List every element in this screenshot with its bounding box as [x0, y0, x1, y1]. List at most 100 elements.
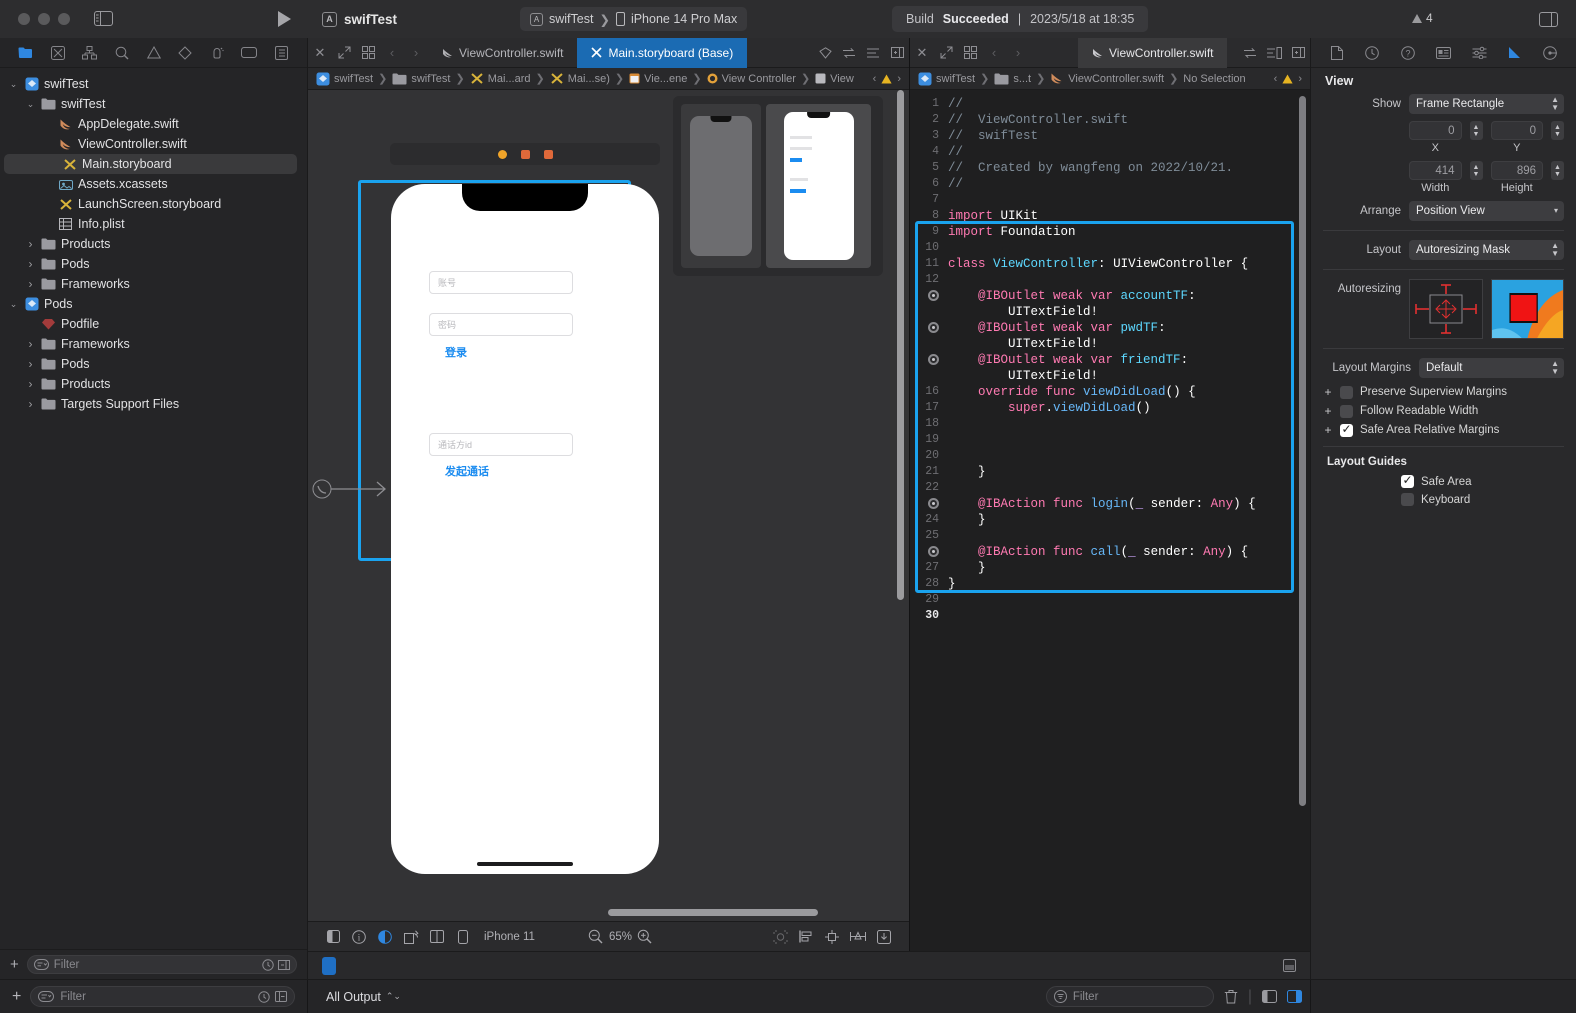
code-line[interactable]: 10 [910, 240, 1310, 256]
assistant-toggle-icon[interactable] [837, 46, 861, 59]
console-toggle-icon[interactable] [1283, 959, 1296, 972]
add-variation-button[interactable]: + [1323, 385, 1333, 399]
checkbox[interactable] [1401, 473, 1414, 488]
history-inspector-icon[interactable] [1355, 45, 1391, 60]
breakpoint-navigator-icon[interactable] [233, 41, 265, 65]
tree-item[interactable]: Main.storyboard [4, 154, 297, 174]
assistant-toggle-icon[interactable] [1238, 46, 1262, 59]
navigator-filter-input[interactable]: Filter [30, 986, 295, 1007]
ibaction-marker-icon[interactable] [928, 322, 939, 333]
code-line[interactable]: 18 [910, 416, 1310, 432]
embed-icon[interactable] [871, 929, 897, 944]
checkbox[interactable] [1340, 422, 1353, 437]
width-stepper[interactable]: ▲ ▼ [1469, 161, 1483, 180]
ibaction-marker-icon[interactable] [928, 546, 939, 557]
storyboard-canvas[interactable]: 账号 密码 登录 通话方id 发起通话 [308, 90, 909, 921]
add-constraints-icon[interactable] [819, 929, 845, 944]
breadcrumb-item[interactable]: View Controller [707, 73, 796, 85]
chevron-down-icon[interactable]: ⌄ [8, 79, 19, 90]
tree-item[interactable]: AppDelegate.swift [0, 114, 307, 134]
attributes-inspector-icon[interactable] [1461, 46, 1497, 59]
next-issue-button[interactable]: › [1298, 73, 1302, 85]
breadcrumb-item[interactable]: No Selection [1183, 73, 1245, 85]
checkbox-row[interactable]: + Preserve Superview Margins [1323, 385, 1564, 399]
breadcrumb-item[interactable]: swifTest [316, 72, 373, 86]
add-button[interactable]: + [12, 988, 21, 1006]
forward-button[interactable]: › [404, 45, 428, 60]
document-outline-icon[interactable] [320, 930, 346, 943]
breadcrumb-item[interactable]: swifTest [918, 72, 975, 86]
console-filter-input[interactable]: Filter [1045, 986, 1214, 1007]
canvas-horizontal-scrollbar[interactable] [608, 909, 818, 916]
checkbox-row[interactable]: Safe Area [1401, 473, 1564, 488]
code-content[interactable]: 1//2// ViewController.swift 3// swifTest 4… [910, 90, 1310, 951]
code-lines[interactable]: 1//2// ViewController.swift 3// swifTest 4… [910, 90, 1310, 624]
password-textfield[interactable]: 密码 [429, 313, 573, 336]
scene-dock-toolbar[interactable] [390, 143, 660, 165]
breadcrumb-item[interactable]: Mai...ard [470, 72, 530, 85]
project-tree[interactable]: ⌄ swifTest ⌄ swifTest AppDelegate.swift ViewC… [0, 68, 307, 949]
code-line[interactable]: @IBAction func call(_ sender: Any) { [910, 544, 1310, 560]
toggle-inspector-icon[interactable] [1539, 11, 1558, 27]
checkbox[interactable] [1340, 404, 1353, 418]
tree-item[interactable]: › Pods [0, 254, 307, 274]
code-line[interactable]: 2 // ViewController.swift [910, 112, 1310, 128]
library-icon[interactable] [813, 46, 837, 59]
add-file-button[interactable]: + [10, 956, 19, 973]
quick-help-icon[interactable]: ? [1390, 45, 1426, 60]
show-debug-area-icon[interactable] [1262, 990, 1277, 1003]
code-line[interactable]: @IBOutlet weak var accountTF: [910, 288, 1310, 304]
code-vertical-scrollbar[interactable] [1299, 96, 1306, 806]
code-line[interactable]: 7 [910, 192, 1310, 208]
code-line[interactable]: 12 [910, 272, 1310, 288]
hide-debug-area-icon[interactable] [1287, 990, 1302, 1003]
chevron-right-icon[interactable]: › [25, 397, 36, 411]
source-control-navigator-icon[interactable] [42, 41, 74, 65]
split-view-icon[interactable] [424, 930, 450, 943]
width-field[interactable]: 414 [1409, 161, 1462, 180]
arrange-popup[interactable]: Position View ▾ [1409, 201, 1564, 221]
report-navigator-icon[interactable] [265, 41, 297, 65]
tab-main-storyboard[interactable]: Main.storyboard (Base) [577, 37, 748, 68]
project-navigator-icon[interactable] [10, 41, 42, 65]
code-line[interactable]: @IBAction func login(_ sender: Any) { [910, 496, 1310, 512]
scheme-selector[interactable]: A swifTest ❯ iPhone 14 Pro Max [520, 7, 748, 31]
build-status-bar[interactable]: Build Succeeded | 2023/5/18 at 18:35 [892, 6, 1149, 32]
breadcrumb-item[interactable]: Vie...ene [629, 73, 687, 85]
breadcrumb-item[interactable]: s...t [994, 73, 1031, 85]
tree-item[interactable]: Podfile [0, 314, 307, 334]
tree-item[interactable]: › Targets Support Files [0, 394, 307, 414]
code-line[interactable]: 30 [910, 608, 1310, 624]
y-field[interactable]: 0 [1490, 121, 1543, 140]
expand-editor-icon[interactable] [332, 46, 356, 59]
code-line[interactable]: 6 // [910, 176, 1310, 192]
trash-icon[interactable] [1224, 989, 1238, 1004]
chevron-right-icon[interactable]: › [25, 357, 36, 371]
checkbox-row[interactable]: Keyboard [1401, 493, 1564, 506]
tree-item[interactable]: › Frameworks [0, 334, 307, 354]
code-line[interactable]: 19 [910, 432, 1310, 448]
tree-item[interactable]: ⌄ swifTest [0, 74, 307, 94]
call-button[interactable]: 发起通话 [445, 463, 489, 479]
code-line[interactable]: 11 class ViewController: UIViewController… [910, 256, 1310, 272]
warning-count-indicator[interactable]: 4 [1412, 11, 1433, 25]
code-line[interactable]: 5 // Created by wangfeng on 2022/10/21. [910, 160, 1310, 176]
issue-navigator-icon[interactable] [138, 41, 170, 65]
code-line[interactable]: 4 // [910, 144, 1310, 160]
zoom-in-icon[interactable] [632, 929, 658, 944]
scene-minimap[interactable] [673, 96, 883, 276]
info-icon[interactable]: i [346, 929, 372, 944]
checkbox[interactable] [1401, 493, 1414, 506]
tree-item[interactable]: › Pods [0, 354, 307, 374]
tree-item[interactable]: › Products [0, 374, 307, 394]
code-line[interactable]: 17 super.viewDidLoad() [910, 400, 1310, 416]
account-textfield[interactable]: 账号 [429, 271, 573, 294]
login-button[interactable]: 登录 [445, 344, 467, 360]
x-field[interactable]: 0 [1409, 121, 1462, 140]
connections-inspector-icon[interactable] [1532, 45, 1568, 60]
height-field[interactable]: 896 [1490, 161, 1543, 180]
code-line[interactable]: 8 import UIKit [910, 208, 1310, 224]
canvas-vertical-scrollbar[interactable] [897, 90, 904, 600]
tree-item[interactable]: ⌄ Pods [0, 294, 307, 314]
forward-button[interactable]: › [1006, 45, 1030, 60]
